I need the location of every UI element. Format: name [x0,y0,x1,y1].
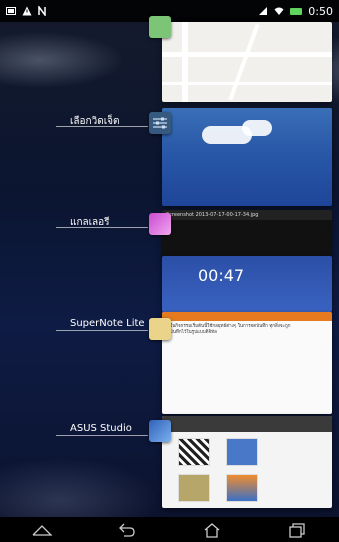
recent-app-card-home[interactable]: 00:47 [162,256,332,312]
home-clock: 00:47 [198,266,245,285]
back-button[interactable] [113,520,141,540]
recent-app-card-supernote[interactable]: ในกิจกรรมเริ่มต้นนี้ใช้กลยุทธ์ต่างๆ ในกา… [162,312,332,414]
signal-icon [259,7,268,15]
label-divider [56,126,148,127]
app-label-asus-studio: ASUS Studio [70,423,132,434]
up-arrow-button[interactable] [28,520,56,540]
label-divider [56,227,148,228]
recent-apps-button[interactable] [283,520,311,540]
home-icon [204,522,220,538]
studio-toolbar [162,416,332,432]
label-divider [56,435,148,436]
note-text: ในกิจกรรมเริ่มต้นนี้ใช้กลยุทธ์ต่างๆ ในกา… [170,324,291,335]
image-icon [6,7,16,15]
recent-app-card-gallery[interactable]: Screenshot 2013-07-17-00-17-34.jpg [162,210,332,256]
maps-icon[interactable] [149,16,171,38]
recent-app-card-maps[interactable] [162,22,332,102]
app-label-supernote: SuperNote Lite [70,318,145,329]
navigation-bar [0,517,339,542]
asus-studio-icon[interactable] [149,420,171,442]
nfc-icon [38,6,46,16]
back-icon [119,523,135,537]
recent-app-card-asus-studio[interactable] [162,416,332,508]
wifi-icon [274,7,284,15]
recent-apps-icon [288,522,305,538]
note-toolbar [162,312,332,321]
supernote-icon[interactable] [149,318,171,340]
clock-time: 0:50 [308,4,333,18]
chevron-up-icon [32,524,53,536]
recent-app-card-widget[interactable] [162,108,332,206]
photo-thumbnail [178,474,210,502]
battery-icon [290,7,303,15]
label-divider [56,330,148,331]
photo-thumbnail [226,474,258,502]
gallery-icon[interactable] [149,213,171,235]
widget-settings-icon[interactable] [149,112,171,134]
home-button[interactable] [198,520,226,540]
photo-thumbnail [226,438,258,466]
warning-icon [22,6,32,16]
gallery-filename: Screenshot 2013-07-17-00-17-34.jpg [162,210,332,220]
photo-thumbnail [178,438,210,466]
